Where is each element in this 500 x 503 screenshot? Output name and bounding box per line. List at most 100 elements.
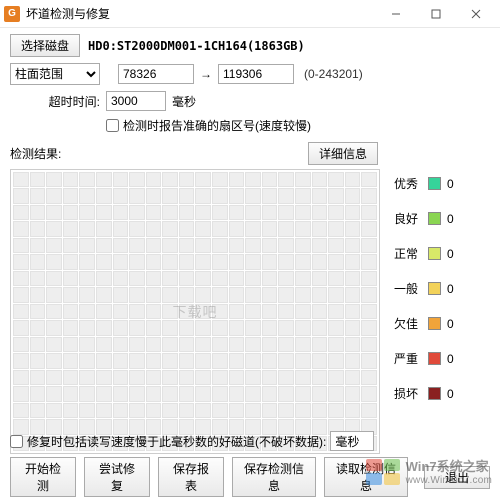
grid-cell bbox=[162, 205, 178, 220]
grid-cell bbox=[113, 386, 129, 401]
grid-cell bbox=[195, 304, 211, 319]
grid-cell bbox=[30, 337, 46, 352]
detail-info-button[interactable]: 详细信息 bbox=[308, 142, 378, 165]
grid-cell bbox=[129, 172, 145, 187]
grid-cell bbox=[195, 287, 211, 302]
save-scan-info-button[interactable]: 保存检测信息 bbox=[232, 457, 316, 497]
grid-cell bbox=[312, 188, 328, 203]
grid-cell bbox=[295, 221, 311, 236]
start-scan-button[interactable]: 开始检测 bbox=[10, 457, 76, 497]
grid-cell bbox=[312, 370, 328, 385]
grid-cell bbox=[96, 188, 112, 203]
try-repair-button[interactable]: 尝试修复 bbox=[84, 457, 150, 497]
grid-cell bbox=[179, 238, 195, 253]
grid-cell bbox=[113, 403, 129, 418]
grid-cell bbox=[13, 271, 29, 286]
grid-cell bbox=[195, 403, 211, 418]
grid-cell bbox=[113, 320, 129, 335]
grid-cell bbox=[129, 320, 145, 335]
save-report-button[interactable]: 保存报表 bbox=[158, 457, 224, 497]
grid-cell bbox=[30, 254, 46, 269]
grid-cell bbox=[146, 304, 162, 319]
grid-cell bbox=[63, 403, 79, 418]
grid-cell bbox=[96, 287, 112, 302]
grid-cell bbox=[30, 386, 46, 401]
repair-slow-checkbox[interactable] bbox=[10, 435, 23, 448]
grid-cell bbox=[79, 386, 95, 401]
legend-count: 0 bbox=[447, 387, 459, 401]
grid-cell bbox=[96, 304, 112, 319]
legend-swatch-icon bbox=[428, 177, 441, 190]
grid-cell bbox=[195, 172, 211, 187]
grid-cell bbox=[195, 337, 211, 352]
grid-cell bbox=[146, 337, 162, 352]
legend: 优秀0良好0正常0一般0欠佳0严重0损坏0 bbox=[394, 169, 459, 454]
grid-cell bbox=[63, 370, 79, 385]
grid-cell bbox=[328, 205, 344, 220]
grid-cell bbox=[345, 353, 361, 368]
grid-cell bbox=[328, 221, 344, 236]
grid-cell bbox=[195, 271, 211, 286]
grid-cell bbox=[179, 320, 195, 335]
grid-cell bbox=[262, 386, 278, 401]
range-mode-select[interactable]: 柱面范围 bbox=[10, 63, 100, 85]
grid-cell bbox=[63, 386, 79, 401]
grid-cell bbox=[179, 304, 195, 319]
grid-cell bbox=[295, 238, 311, 253]
grid-cell bbox=[30, 271, 46, 286]
result-label: 检测结果: bbox=[10, 145, 61, 162]
grid-cell bbox=[262, 172, 278, 187]
grid-cell bbox=[79, 304, 95, 319]
legend-name: 严重 bbox=[394, 350, 422, 367]
grid-cell bbox=[229, 287, 245, 302]
select-disk-button[interactable]: 选择磁盘 bbox=[10, 34, 80, 57]
grid-cell bbox=[113, 304, 129, 319]
grid-cell bbox=[13, 221, 29, 236]
maximize-button[interactable] bbox=[416, 0, 456, 28]
grid-cell bbox=[345, 188, 361, 203]
grid-cell bbox=[278, 337, 294, 352]
grid-cell bbox=[179, 254, 195, 269]
grid-cell bbox=[179, 221, 195, 236]
grid-cell bbox=[79, 403, 95, 418]
grid-cell bbox=[179, 337, 195, 352]
legend-row: 良好0 bbox=[394, 210, 459, 227]
grid-cell bbox=[262, 353, 278, 368]
grid-cell bbox=[113, 238, 129, 253]
grid-cell bbox=[129, 254, 145, 269]
grid-cell bbox=[328, 172, 344, 187]
exit-button[interactable]: 退出 bbox=[424, 466, 490, 489]
report-sector-checkbox[interactable] bbox=[106, 119, 119, 132]
grid-cell bbox=[79, 221, 95, 236]
grid-cell bbox=[361, 188, 377, 203]
grid-cell bbox=[79, 238, 95, 253]
grid-cell bbox=[212, 254, 228, 269]
grid-cell bbox=[46, 370, 62, 385]
grid-cell bbox=[229, 304, 245, 319]
grid-cell bbox=[212, 238, 228, 253]
grid-cell bbox=[30, 370, 46, 385]
grid-cell bbox=[245, 254, 261, 269]
grid-cell bbox=[328, 271, 344, 286]
timeout-input[interactable] bbox=[106, 91, 166, 111]
repair-slow-label: 修复时包括读写速度慢于此毫秒数的好磁道(不破坏数据): bbox=[27, 433, 326, 450]
grid-cell bbox=[245, 403, 261, 418]
grid-cell bbox=[245, 271, 261, 286]
minimize-button[interactable] bbox=[376, 0, 416, 28]
legend-row: 欠佳0 bbox=[394, 315, 459, 332]
grid-cell bbox=[129, 271, 145, 286]
repair-ms-input[interactable] bbox=[330, 431, 374, 451]
grid-cell bbox=[129, 238, 145, 253]
range-from-input[interactable] bbox=[118, 64, 194, 84]
close-button[interactable] bbox=[456, 0, 496, 28]
grid-cell bbox=[46, 353, 62, 368]
grid-cell bbox=[245, 172, 261, 187]
grid-cell bbox=[278, 403, 294, 418]
grid-cell bbox=[129, 370, 145, 385]
range-to-input[interactable] bbox=[218, 64, 294, 84]
grid-cell bbox=[63, 337, 79, 352]
grid-cell bbox=[229, 386, 245, 401]
grid-cell bbox=[13, 188, 29, 203]
read-scan-info-button[interactable]: 读取检测信息 bbox=[324, 457, 408, 497]
grid-cell bbox=[162, 254, 178, 269]
